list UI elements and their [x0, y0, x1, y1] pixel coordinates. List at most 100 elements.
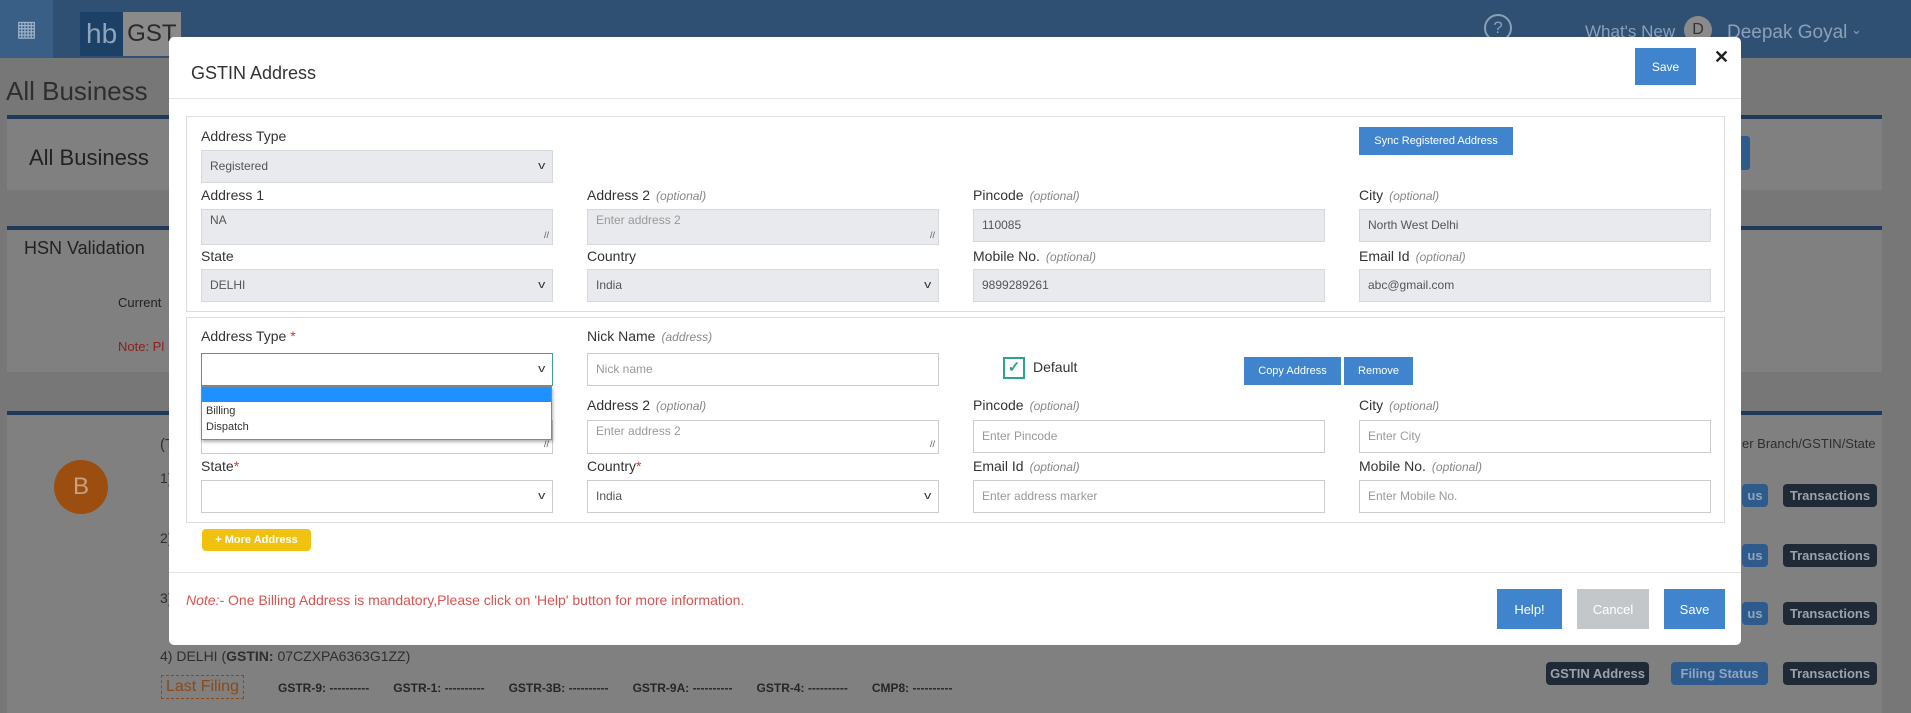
resize-handle-icon[interactable]: //: [544, 227, 549, 243]
state-select[interactable]: DELHI v: [201, 269, 553, 302]
optional-hint: (optional): [1029, 189, 1080, 203]
close-icon[interactable]: ✕: [1714, 47, 1729, 68]
dropdown-option-billing[interactable]: Billing: [202, 402, 551, 420]
filing-gstr4: GSTR-4: ----------: [756, 681, 848, 695]
city-label: City (optional): [1359, 187, 1439, 203]
hsn-note: Note: Pl: [118, 339, 165, 354]
header-divider: [169, 98, 1741, 99]
country-label: Country: [587, 248, 637, 264]
address-type-value: Registered: [210, 159, 269, 173]
save-button[interactable]: Save: [1664, 589, 1725, 629]
label-text: Mobile No.: [973, 248, 1040, 264]
label-text: Email Id: [973, 458, 1024, 474]
page-title: All Business: [6, 76, 148, 106]
mandatory-note: Note:- One Billing Address is mandatory,…: [186, 592, 744, 608]
default-label: Default: [1033, 359, 1078, 375]
gstin-address-modal: GSTIN Address Save ✕ Sync Registered Add…: [169, 37, 1741, 645]
city-input[interactable]: Enter City: [1359, 420, 1711, 453]
address1-field[interactable]: NA //: [201, 209, 553, 245]
chevron-down-icon: v: [537, 160, 545, 172]
label-text: State: [201, 458, 234, 474]
logo-hb: hb: [80, 12, 124, 56]
gstin-label: GSTIN:: [226, 648, 274, 664]
more-address-button[interactable]: + More Address: [202, 529, 311, 551]
label-text: Pincode: [973, 397, 1024, 413]
transactions-button[interactable]: Transactions: [1783, 484, 1877, 507]
filing-gstr1: GSTR-1: ----------: [393, 681, 485, 695]
filing-gstr9a: GSTR-9A: ----------: [632, 681, 733, 695]
state-value: DELHI: [210, 278, 246, 292]
transactions-button[interactable]: Transactions: [1783, 544, 1877, 567]
filing-cmp8: CMP8: ----------: [871, 681, 953, 695]
city-field[interactable]: North West Delhi: [1359, 209, 1711, 242]
dropdown-option-dispatch[interactable]: Dispatch: [202, 420, 551, 438]
nick-name-label: Nick Name (address): [587, 328, 712, 344]
pincode-label: Pincode (optional): [973, 187, 1080, 203]
filing-status-button[interactable]: us: [1742, 484, 1768, 507]
apps-grid-icon[interactable]: ▦: [0, 0, 53, 58]
label-text: Country: [587, 458, 637, 474]
address2-label: Address 2 (optional): [587, 187, 706, 203]
required-marker: *: [290, 328, 296, 344]
gstin-address-button[interactable]: GSTIN Address: [1546, 662, 1649, 685]
optional-hint: (optional): [1029, 460, 1080, 474]
chevron-down-icon: v: [923, 279, 931, 291]
filter-text: er Branch/GSTIN/State: [1742, 436, 1876, 451]
footer-divider: [169, 572, 1741, 573]
remove-button[interactable]: Remove: [1344, 357, 1413, 385]
filing-status-button[interactable]: us: [1742, 544, 1768, 567]
optional-hint: (optional): [656, 189, 707, 203]
state-label: State: [201, 248, 234, 264]
country-select[interactable]: India v: [587, 269, 939, 302]
nick-name-input[interactable]: Nick name: [587, 353, 939, 386]
email-label: Email Id (optional): [1359, 248, 1466, 264]
logo: hb GST: [80, 12, 181, 56]
country-select[interactable]: India v: [587, 480, 939, 513]
chevron-down-icon: v: [537, 363, 545, 375]
mobile-label: Mobile No. (optional): [1359, 458, 1482, 474]
address2-label: Address 2 (optional): [587, 397, 706, 413]
sync-registered-address-button[interactable]: Sync Registered Address: [1359, 127, 1513, 155]
resize-handle-icon[interactable]: //: [930, 227, 935, 243]
pincode-input[interactable]: Enter Pincode: [973, 420, 1325, 453]
label-text: Pincode: [973, 187, 1024, 203]
mobile-field[interactable]: 9899289261: [973, 269, 1325, 302]
optional-hint: (optional): [1045, 250, 1096, 264]
gstin-value: 07CZXPA6363G1ZZ): [273, 648, 411, 664]
label-text: City: [1359, 397, 1384, 413]
help-button[interactable]: Help!: [1497, 589, 1562, 629]
mobile-input[interactable]: Enter Mobile No.: [1359, 480, 1711, 513]
address-type-select[interactable]: Registered v: [201, 150, 553, 183]
email-field[interactable]: abc@gmail.com: [1359, 269, 1711, 302]
address-type-select[interactable]: v: [201, 353, 553, 386]
user-name[interactable]: Deepak Goyal: [1727, 22, 1847, 44]
address-type-label: Address Type: [201, 128, 287, 144]
filing-status-button[interactable]: us: [1742, 602, 1768, 625]
modal-title: GSTIN Address: [191, 63, 317, 83]
address2-field[interactable]: Enter address 2 //: [587, 420, 939, 454]
note-prefix: Note:-: [186, 592, 225, 608]
copy-address-button[interactable]: Copy Address: [1244, 357, 1341, 385]
new-address-section: Address Type * v Nick Name (address) Nick…: [186, 317, 1725, 523]
chevron-down-icon[interactable]: ⌄: [1851, 22, 1862, 38]
hsn-title: HSN Validation: [24, 238, 145, 258]
filing-status-button[interactable]: Filing Status: [1671, 662, 1768, 685]
transactions-button[interactable]: Transactions: [1783, 602, 1877, 625]
default-checkbox[interactable]: ✓: [1003, 357, 1025, 379]
pincode-field[interactable]: 110085: [973, 209, 1325, 242]
label-text: Address 2: [587, 187, 651, 203]
resize-handle-icon[interactable]: //: [930, 436, 935, 452]
dropdown-option-empty[interactable]: [202, 387, 551, 402]
save-top-button[interactable]: Save: [1635, 48, 1696, 85]
address2-field[interactable]: Enter address 2 //: [587, 209, 939, 245]
required-marker: *: [636, 458, 642, 474]
cancel-button[interactable]: Cancel: [1577, 589, 1649, 629]
email-input[interactable]: Enter address marker: [973, 480, 1325, 513]
transactions-button[interactable]: Transactions: [1783, 662, 1877, 685]
optional-hint: (optional): [1415, 250, 1466, 264]
email-label: Email Id (optional): [973, 458, 1080, 474]
registered-address-section: Sync Registered Address Address Type Reg…: [186, 116, 1725, 312]
nick-hint: (address): [661, 330, 713, 344]
state-select[interactable]: v: [201, 480, 553, 513]
note-text: One Billing Address is mandatory,Please …: [224, 592, 745, 608]
